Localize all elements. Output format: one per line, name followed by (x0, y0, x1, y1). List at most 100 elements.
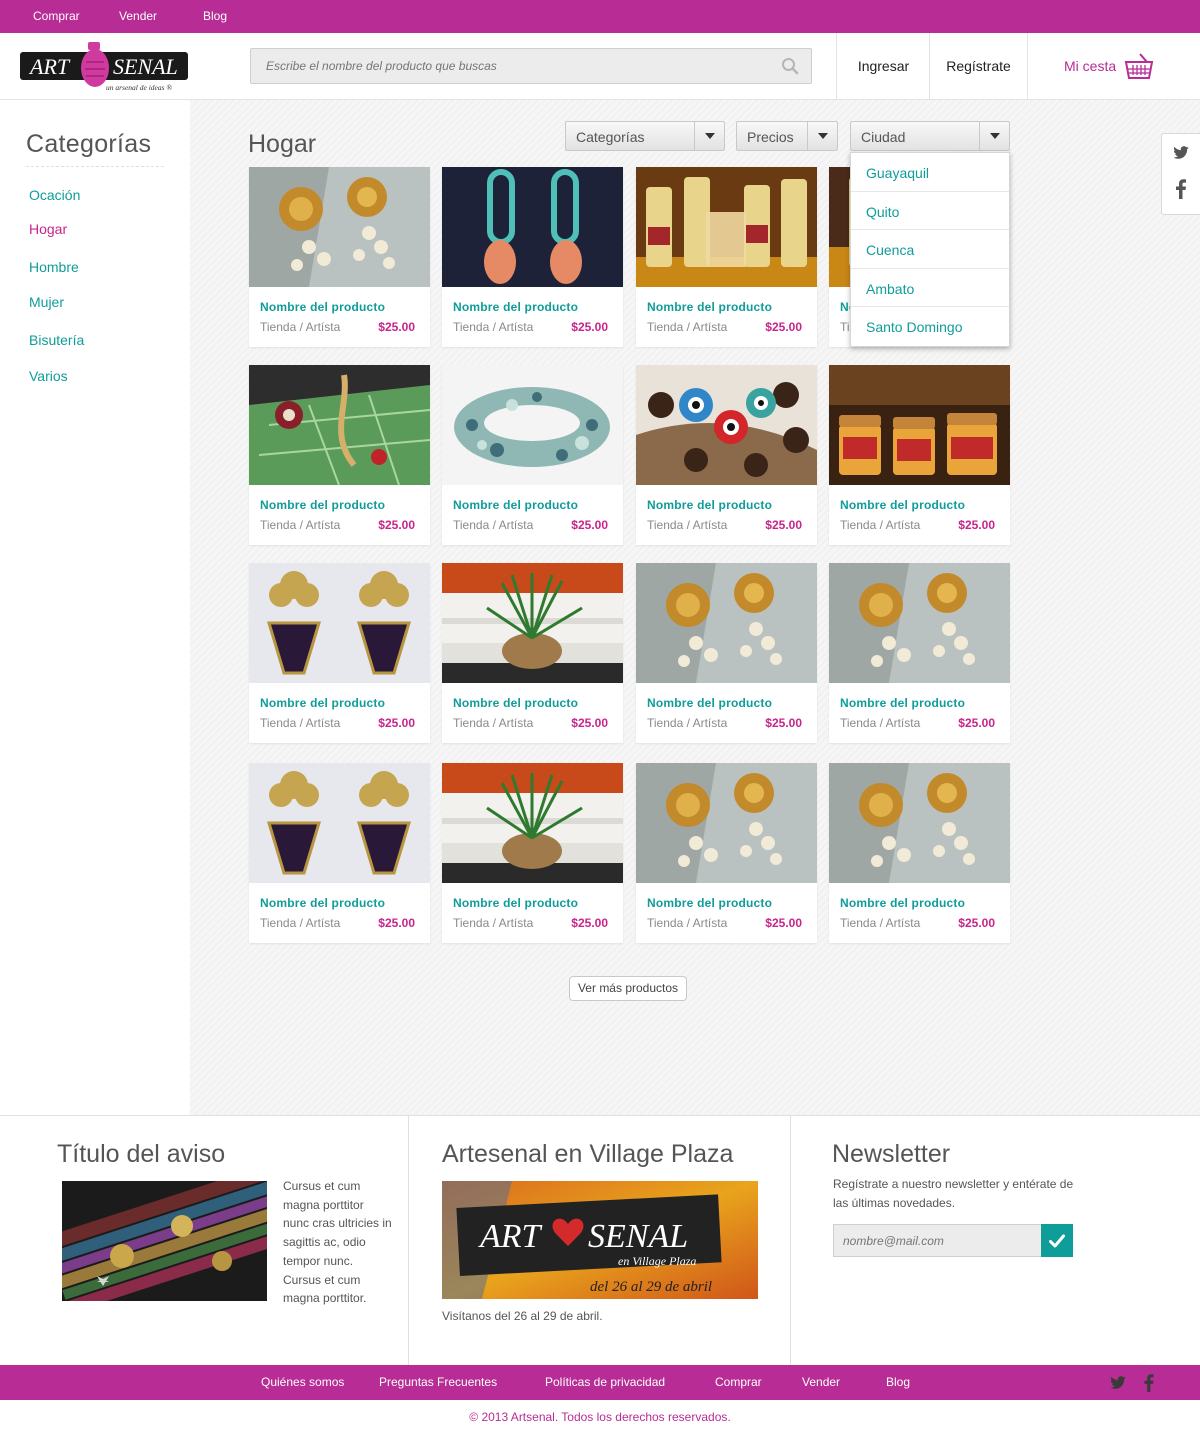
product-card[interactable]: Nombre del producto Tienda / Artísta $25.0… (249, 365, 430, 545)
search-icon[interactable] (781, 57, 799, 75)
product-name[interactable]: Nombre del producto (840, 498, 965, 512)
categories-select[interactable]: Categorías (565, 121, 725, 151)
product-price: $25.00 (765, 320, 802, 334)
product-image[interactable] (636, 365, 817, 485)
footer-link-privacy[interactable]: Políticas de privacidad (545, 1375, 665, 1389)
sidebar-item-varios[interactable]: Varios (29, 368, 68, 384)
cart-label: Mi cesta (1064, 58, 1117, 74)
sidebar-item-hogar[interactable]: Hogar (29, 221, 67, 237)
product-image[interactable] (636, 763, 817, 883)
product-name[interactable]: Nombre del producto (453, 896, 578, 910)
event-banner[interactable]: ART SENAL en Village Plaza del 26 al 29 … (442, 1181, 758, 1299)
prices-select[interactable]: Precios (736, 121, 838, 151)
product-image[interactable] (636, 563, 817, 683)
product-card[interactable]: Nombre del producto Tienda / Artísta $25.0… (249, 167, 430, 347)
product-store: Tienda / Artísta (453, 716, 534, 730)
product-card[interactable]: Nombre del producto Tienda / Artísta $25.0… (442, 365, 623, 545)
product-image[interactable] (249, 563, 430, 683)
notice-image[interactable] (62, 1181, 267, 1301)
product-image[interactable] (442, 563, 623, 683)
product-card[interactable]: Nombre del producto Tienda / Artísta $25.0… (829, 365, 1010, 545)
chevron-down-icon (807, 122, 837, 150)
product-image[interactable] (829, 563, 1010, 683)
top-nav-vender[interactable]: Vender (119, 9, 157, 23)
product-image[interactable] (249, 763, 430, 883)
sidebar-item-ocacion[interactable]: Ocación (29, 187, 80, 203)
newsletter-email-input[interactable] (833, 1224, 1041, 1257)
product-image[interactable] (829, 365, 1010, 485)
city-option-cuenca[interactable]: Cuenca (851, 230, 1009, 269)
product-image[interactable] (442, 763, 623, 883)
city-option-quito[interactable]: Quito (851, 192, 1009, 231)
top-nav-comprar[interactable]: Comprar (33, 9, 80, 23)
sidebar-item-bisuteria[interactable]: Bisutería (29, 332, 84, 348)
product-name[interactable]: Nombre del producto (840, 696, 965, 710)
footer-link-faq[interactable]: Preguntas Frecuentes (379, 1375, 497, 1389)
product-card[interactable]: Nombre del producto Tienda / Artísta $25.0… (636, 563, 817, 743)
sidebar-item-mujer[interactable]: Mujer (29, 294, 64, 310)
event-banner-sub: en Village Plaza (618, 1254, 696, 1268)
newsletter-submit-button[interactable] (1041, 1224, 1073, 1257)
product-name[interactable]: Nombre del producto (453, 498, 578, 512)
product-store: Tienda / Artísta (840, 916, 921, 930)
search-input[interactable] (251, 49, 771, 83)
product-name[interactable]: Nombre del producto (453, 300, 578, 314)
product-name[interactable]: Nombre del producto (647, 696, 772, 710)
product-image[interactable] (829, 763, 1010, 883)
facebook-icon[interactable] (1144, 1374, 1154, 1392)
product-price: $25.00 (571, 716, 608, 730)
product-name[interactable]: Nombre del producto (647, 896, 772, 910)
site-header: ART SENAL un arsenal de ideas ® Ingresar… (0, 33, 1200, 100)
top-nav-blog[interactable]: Blog (203, 9, 227, 23)
product-card[interactable]: Nombre del producto Tienda / Artísta $25.0… (636, 763, 817, 943)
product-store: Tienda / Artísta (260, 916, 341, 930)
product-card[interactable]: Nombre del producto Tienda / Artísta $25.0… (249, 563, 430, 743)
facebook-icon[interactable] (1176, 179, 1186, 199)
product-card[interactable]: Nombre del producto Tienda / Artísta $25.0… (249, 763, 430, 943)
product-name[interactable]: Nombre del producto (647, 300, 772, 314)
product-store: Tienda / Artísta (647, 518, 728, 532)
register-button[interactable]: Regístrate (929, 33, 1027, 99)
footer-link-comprar[interactable]: Comprar (715, 1375, 762, 1389)
city-option-guayaquil[interactable]: Guayaquil (851, 153, 1009, 192)
product-store: Tienda / Artísta (840, 716, 921, 730)
product-name[interactable]: Nombre del producto (260, 300, 385, 314)
login-button[interactable]: Ingresar (836, 33, 930, 99)
product-image[interactable] (442, 365, 623, 485)
product-card[interactable]: Nombre del producto Tienda / Artísta $25.0… (636, 365, 817, 545)
product-image[interactable] (636, 167, 817, 287)
social-side-panel (1161, 133, 1200, 215)
city-select[interactable]: Ciudad (850, 121, 1010, 151)
sidebar-item-hombre[interactable]: Hombre (29, 259, 79, 275)
svg-text:ART: ART (28, 54, 71, 79)
footer-link-quienes-somos[interactable]: Quiénes somos (261, 1375, 344, 1389)
product-image[interactable] (249, 365, 430, 485)
footer-link-vender[interactable]: Vender (802, 1375, 840, 1389)
product-card[interactable]: Nombre del producto Tienda / Artísta $25.0… (442, 563, 623, 743)
cart-button[interactable]: Mi cesta (1027, 33, 1200, 99)
city-option-ambato[interactable]: Ambato (851, 269, 1009, 308)
product-price: $25.00 (958, 716, 995, 730)
product-card[interactable]: Nombre del producto Tienda / Artísta $25.0… (442, 167, 623, 347)
more-products-button[interactable]: Ver más productos (569, 976, 687, 1001)
product-price: $25.00 (378, 916, 415, 930)
product-image[interactable] (442, 167, 623, 287)
site-logo[interactable]: ART SENAL un arsenal de ideas ® (20, 40, 198, 96)
product-name[interactable]: Nombre del producto (260, 896, 385, 910)
product-image[interactable] (249, 167, 430, 287)
product-card[interactable]: Nombre del producto Tienda / Artísta $25.0… (829, 563, 1010, 743)
product-name[interactable]: Nombre del producto (647, 498, 772, 512)
footer-link-blog[interactable]: Blog (886, 1375, 910, 1389)
twitter-icon[interactable] (1109, 1376, 1127, 1390)
top-nav-bar: Comprar Vender Blog (0, 0, 1200, 33)
city-option-santo-domingo[interactable]: Santo Domingo (851, 307, 1009, 346)
product-name[interactable]: Nombre del producto (453, 696, 578, 710)
product-price: $25.00 (571, 518, 608, 532)
product-name[interactable]: Nombre del producto (840, 896, 965, 910)
product-name[interactable]: Nombre del producto (260, 498, 385, 512)
product-card[interactable]: Nombre del producto Tienda / Artísta $25.0… (442, 763, 623, 943)
product-card[interactable]: Nombre del producto Tienda / Artísta $25.0… (829, 763, 1010, 943)
twitter-icon[interactable] (1172, 146, 1190, 160)
product-card[interactable]: Nombre del producto Tienda / Artísta $25.0… (636, 167, 817, 347)
product-name[interactable]: Nombre del producto (260, 696, 385, 710)
